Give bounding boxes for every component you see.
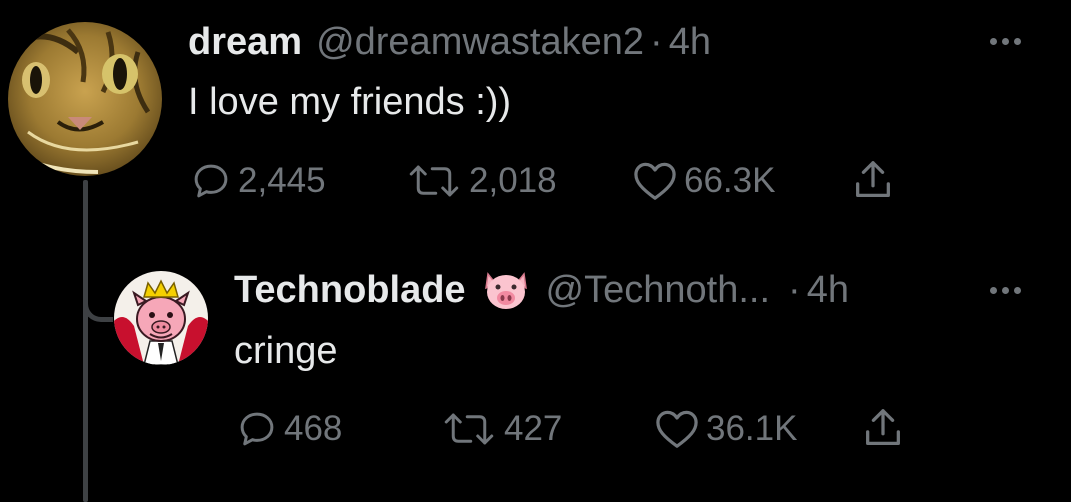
more-dot (990, 287, 997, 294)
separator-dot: · (650, 21, 663, 63)
reply-button[interactable]: 468 (236, 408, 342, 450)
heart-icon (656, 410, 698, 448)
retweet-button[interactable]: 427 (440, 408, 562, 450)
user-handle[interactable]: @Technoth... (546, 268, 770, 312)
reply-button[interactable]: 2,445 (190, 160, 326, 202)
tweet-header: Technoblade @Technoth... · 4h (234, 268, 849, 312)
timestamp[interactable]: 4h (669, 20, 711, 64)
more-dot (1014, 287, 1021, 294)
more-dot (1002, 287, 1009, 294)
share-icon (866, 409, 900, 445)
display-name[interactable]: Technoblade (234, 268, 466, 312)
separator-dot: · (788, 269, 801, 311)
tweet-header: dream @dreamwastaken2 · 4h (188, 20, 711, 64)
reply-icon (240, 412, 274, 446)
more-dot (1002, 38, 1009, 45)
share-button[interactable] (860, 405, 906, 451)
more-options-icon[interactable] (990, 38, 1021, 45)
like-button[interactable]: 36.1K (654, 408, 797, 450)
avatar-dream[interactable] (8, 22, 162, 176)
like-button[interactable]: 66.3K (632, 160, 775, 202)
reply-count: 468 (284, 409, 343, 448)
retweet-icon (444, 413, 494, 445)
more-dot (1014, 38, 1021, 45)
retweet-icon (409, 165, 459, 197)
like-count: 36.1K (706, 409, 798, 448)
user-handle[interactable]: @dreamwastaken2 (316, 20, 644, 64)
reply-icon (194, 164, 228, 198)
cat-avatar-icon (8, 22, 162, 176)
display-name[interactable]: dream (188, 20, 302, 64)
retweet-count: 2,018 (469, 161, 557, 200)
share-icon (856, 161, 890, 197)
retweet-button[interactable]: 2,018 (405, 160, 557, 202)
like-count: 66.3K (684, 161, 776, 200)
tweet-text: cringe (234, 330, 338, 372)
reply-count: 2,445 (238, 161, 326, 200)
pig-face-emoji-icon (482, 268, 530, 312)
reply-connector (83, 282, 113, 322)
more-dot (990, 38, 997, 45)
tweet-text: I love my friends :)) (188, 81, 512, 123)
avatar-technoblade[interactable] (114, 271, 208, 365)
crowned-pig-avatar-icon (114, 271, 208, 365)
thread-line (83, 180, 88, 502)
heart-icon (634, 162, 676, 200)
retweet-count: 427 (504, 409, 563, 448)
share-button[interactable] (850, 157, 896, 203)
more-options-icon[interactable] (990, 287, 1021, 294)
timestamp[interactable]: 4h (807, 268, 849, 312)
